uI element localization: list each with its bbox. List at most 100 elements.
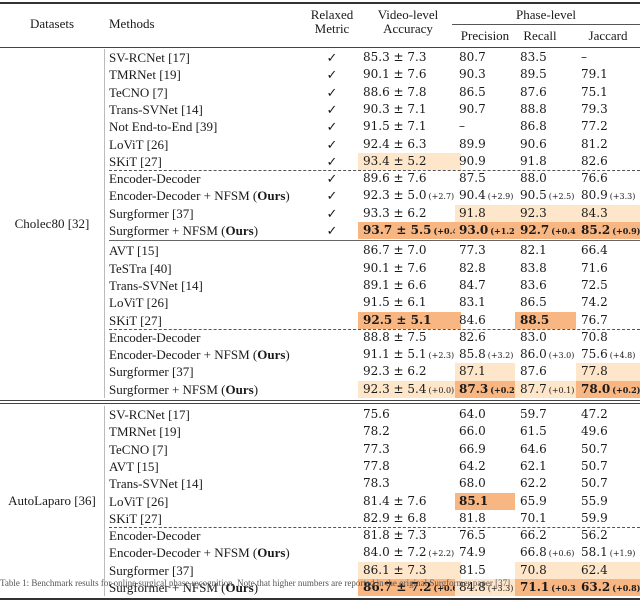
video-accuracy-value: 86.7 ± 7.0 — [363, 243, 427, 258]
phase-jaccard-value: 72.5 — [581, 277, 608, 292]
table-row: LoViT [26] ✓ 92.4 ± 6.3 89.9 90.6 81.2 — [0, 136, 640, 153]
phase-precision-delta: (+2.9) — [487, 192, 514, 202]
method-name: LoViT [26] — [109, 136, 168, 153]
phase-recall-value: 66.8 — [520, 545, 547, 560]
relaxed-metric-check — [322, 363, 342, 380]
video-accuracy-value: 81.8 ± 7.3 — [363, 528, 427, 543]
video-accuracy: 82.9 ± 6.8 — [358, 510, 461, 527]
phase-recall: 90.6 — [515, 136, 576, 153]
video-accuracy-value: 88.8 ± 7.5 — [363, 329, 427, 344]
video-accuracy: 78.2 — [358, 423, 461, 440]
phase-jaccard-delta: (+0.8) — [612, 583, 640, 593]
relaxed-metric-check — [322, 312, 342, 329]
video-accuracy-value: 77.8 — [363, 458, 390, 473]
relaxed-metric-check: ✓ — [326, 205, 338, 221]
table-row: TMRNet [19] 78.2 66.0 61.5 49.6 — [0, 423, 640, 440]
method-label: Encoder-Decoder + NFSM ( — [109, 545, 258, 561]
method-label: Surgformer [37] — [109, 205, 194, 221]
phase-jaccard-delta: (+0.9) — [612, 226, 640, 236]
phase-jaccard: 72.5 — [576, 277, 640, 294]
table-row: Not End-to-End [39] ✓ 91.5 ± 7.1 – 86.8 77.2 — [0, 118, 640, 135]
relaxed-metric-check — [322, 406, 342, 423]
phase-jaccard: 71.6 — [576, 260, 640, 277]
phase-jaccard: 47.2 — [576, 406, 640, 423]
method-label-end: ) — [253, 223, 259, 238]
phase-jaccard: 76.7 — [576, 312, 640, 329]
method-name: AVT [15] — [109, 458, 159, 475]
phase-jaccard-value: 49.6 — [581, 424, 608, 439]
relaxed-metric-check: ✓ — [326, 101, 338, 117]
phase-jaccard-value: 74.2 — [581, 295, 608, 310]
phase-recall-value: 87.7 — [520, 381, 547, 396]
video-accuracy-value: 92.5 ± 5.1 — [363, 312, 432, 327]
header-jaccard: Jaccard — [588, 28, 628, 43]
phase-recall-value: 92.7 — [520, 223, 550, 237]
phase-recall: 83.0 — [515, 329, 576, 346]
header-precision: Precision — [460, 28, 510, 43]
phase-recall-value: 88.8 — [520, 101, 547, 116]
phase-precision: 90.9 — [455, 153, 515, 170]
phase-recall: 64.6 — [515, 441, 576, 458]
phase-precision: 81.5 — [455, 562, 515, 579]
phase-precision: 85.8 (+3.2) — [455, 346, 515, 363]
method-name: Surgformer + NFSM (Ours) — [109, 222, 258, 239]
top-rule — [0, 2, 640, 4]
phase-jaccard: 50.7 — [576, 441, 640, 458]
phase-recall-value: 86.5 — [520, 295, 547, 310]
method-name: Encoder-Decoder — [109, 170, 200, 187]
phase-recall-value: 65.9 — [520, 493, 547, 508]
header-relaxed-2: Metric — [314, 21, 350, 36]
relaxed-metric-check: ✓ — [326, 188, 338, 204]
phase-jaccard-value: 56.2 — [581, 528, 608, 543]
table-row: Surgformer [37] 92.3 ± 6.2 87.1 87.6 77.8 — [0, 363, 640, 381]
relaxed-metric-check — [322, 381, 342, 398]
video-accuracy: 86.7 ± 7.0 — [358, 242, 461, 259]
phase-jaccard-value: 76.7 — [581, 312, 608, 327]
method-name: SKiT [27] — [109, 312, 162, 329]
method-label: LoViT [26] — [109, 136, 169, 152]
phase-jaccard-value: 55.9 — [581, 493, 608, 508]
phase-jaccard-value: 58.1 — [581, 545, 608, 560]
table-row: Trans-SVNet [14] ✓ 90.3 ± 7.1 90.7 88.8 79.3 — [0, 101, 640, 118]
phase-precision-value: 66.9 — [459, 441, 486, 456]
phase-recall-value: 70.8 — [520, 562, 547, 577]
video-accuracy-value: 78.3 — [363, 476, 390, 491]
header-rule — [0, 47, 640, 48]
video-accuracy-value: 81.4 ± 7.6 — [363, 493, 427, 508]
phase-jaccard-value: 79.1 — [581, 67, 608, 82]
method-name: Trans-SVNet [14] — [109, 101, 203, 118]
phase-jaccard: 59.9 — [576, 510, 640, 527]
video-accuracy: 77.3 — [358, 441, 461, 458]
phase-jaccard: 66.4 — [576, 242, 640, 259]
video-accuracy: 89.1 ± 6.6 — [358, 277, 461, 294]
phase-recall: 91.8 — [515, 153, 576, 170]
phase-jaccard: 50.7 — [576, 458, 640, 475]
phase-jaccard: 49.6 — [576, 423, 640, 440]
phase-precision-value: 64.2 — [459, 458, 486, 473]
phase-recall-value: 66.2 — [520, 528, 547, 543]
relaxed-metric-check — [322, 294, 342, 311]
phase-jaccard: 55.9 — [576, 493, 640, 510]
phase-jaccard-value: 50.7 — [581, 476, 608, 491]
phase-jaccard-value: 75.6 — [581, 347, 608, 362]
phase-jaccard-value: 85.2 — [581, 223, 611, 237]
video-accuracy-value: 85.3 ± 7.3 — [363, 50, 427, 64]
phase-precision-value: 93.0 — [459, 223, 489, 237]
phase-precision-value: 82.6 — [459, 329, 486, 344]
method-label: Encoder-Decoder + NFSM ( — [109, 188, 258, 204]
phase-precision-value: 87.1 — [459, 364, 486, 379]
phase-jaccard-value: 47.2 — [581, 407, 608, 421]
header-phase-level: Phase-level — [516, 7, 576, 22]
phase-recall-value: 83.8 — [520, 260, 547, 275]
video-accuracy: 78.3 — [358, 475, 461, 492]
phase-precision: 90.7 — [455, 101, 515, 118]
phase-precision: 64.0 — [455, 406, 515, 423]
video-accuracy-value: 93.4 ± 5.2 — [363, 153, 427, 168]
phase-precision: 90.3 — [455, 66, 515, 83]
phase-precision-value: 90.3 — [459, 67, 486, 82]
phase-recall-value: 71.1 — [520, 580, 550, 594]
method-label: Encoder-Decoder — [109, 329, 201, 345]
relaxed-metric-check — [322, 329, 342, 346]
video-accuracy-value: 91.5 ± 6.1 — [363, 295, 427, 310]
phase-precision-value: 86.5 — [459, 84, 486, 99]
